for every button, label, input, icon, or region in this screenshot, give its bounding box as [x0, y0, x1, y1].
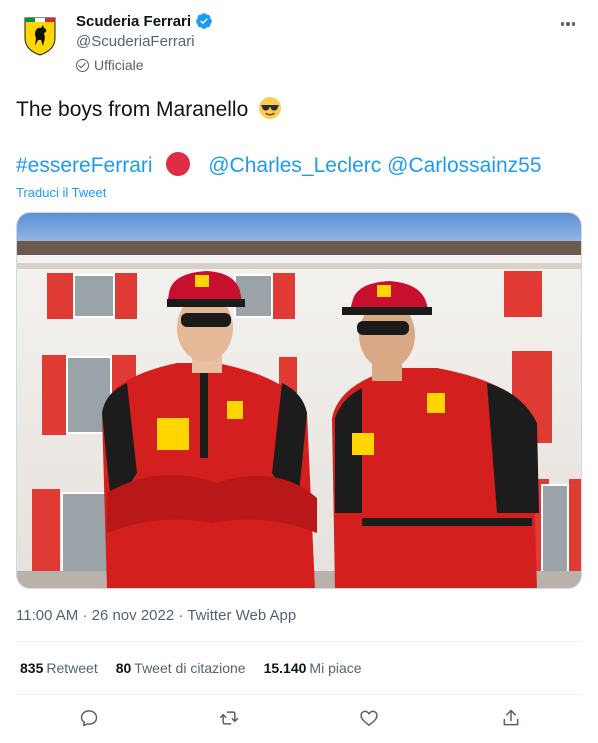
meta-separator-1: ·	[82, 607, 88, 624]
stat-retweets[interactable]: 835 Retweet	[20, 660, 98, 676]
stat-likes[interactable]: 15.140 Mi piace	[264, 660, 362, 676]
retweet-icon[interactable]	[216, 705, 242, 731]
official-label-row: Ufficiale	[76, 57, 213, 73]
share-icon[interactable]	[498, 705, 524, 731]
tweet-photo[interactable]	[16, 212, 582, 589]
tweet-time[interactable]: 11:00 AM	[16, 607, 78, 624]
avatar[interactable]	[16, 12, 64, 60]
official-check-icon	[76, 58, 89, 72]
meta-separator-2: ·	[178, 607, 184, 624]
red-circle-emoji-icon	[166, 152, 191, 176]
tweet-meta: 11:00 AM · 26 nov 2022 · Twitter Web App	[16, 607, 296, 624]
official-label: Ufficiale	[94, 57, 144, 73]
tweet-text-content: The boys from Maranello	[16, 98, 249, 121]
divider	[16, 641, 582, 642]
hashtag-link[interactable]: #essereFerrari	[16, 154, 153, 177]
photo-illustration	[17, 213, 581, 588]
verified-badge-icon	[196, 13, 212, 29]
tweet-source[interactable]: Twitter Web App	[187, 607, 296, 624]
sunglasses-emoji-icon	[259, 97, 282, 119]
ferrari-logo-icon	[24, 17, 56, 56]
tweet-tags: #essereFerrari @Charles_Leclerc @Carloss…	[16, 152, 542, 180]
more-options-icon[interactable]	[558, 14, 578, 34]
user-handle[interactable]: @ScuderiaFerrari	[76, 33, 213, 50]
tweet-header: Scuderia Ferrari @ScuderiaFerrari Uffici…	[16, 10, 582, 80]
mention-link-leclerc[interactable]: @Charles_Leclerc	[208, 154, 381, 177]
translate-tweet-link[interactable]: Traduci il Tweet	[16, 185, 106, 200]
stat-quote-tweets[interactable]: 80 Tweet di citazione	[116, 660, 246, 676]
like-icon[interactable]	[356, 705, 382, 731]
reply-icon[interactable]	[76, 705, 102, 731]
tweet-text: The boys from Maranello	[16, 96, 282, 124]
tweet-actions	[16, 705, 582, 733]
mention-link-sainz[interactable]: @Carlossainz55	[387, 154, 541, 177]
tweet-date[interactable]: 26 nov 2022	[92, 607, 175, 624]
divider	[16, 694, 582, 695]
tweet-stats: 835 Retweet 80 Tweet di citazione 15.140 Mi…	[20, 660, 362, 676]
display-name[interactable]: Scuderia Ferrari	[76, 13, 191, 30]
